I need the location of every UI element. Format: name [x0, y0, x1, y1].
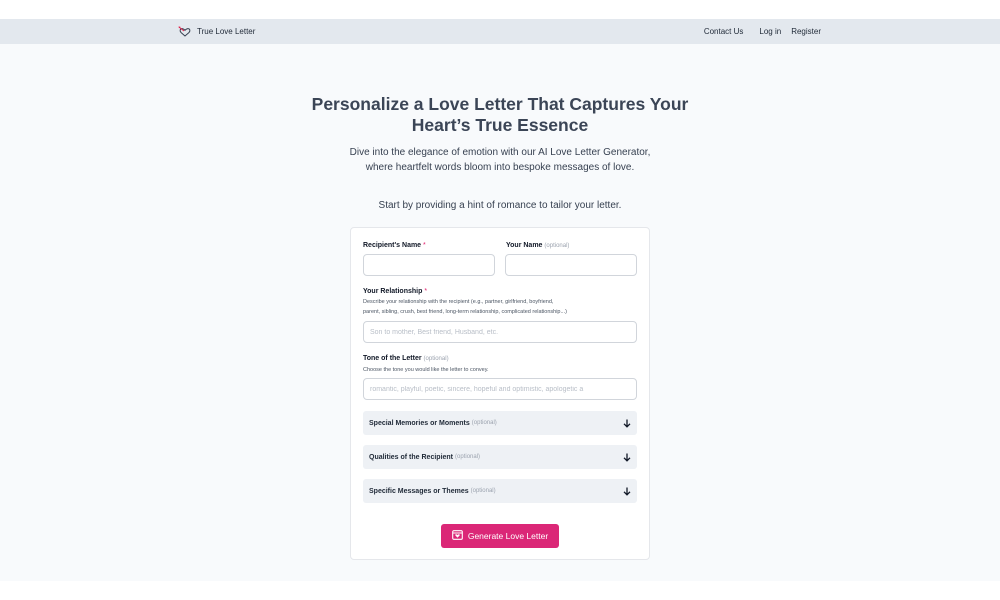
accordion-special-memories[interactable]: Special Memories or Moments (optional) — [363, 411, 637, 435]
accordion-label: Special Memories or Moments — [369, 419, 470, 427]
footer-area — [0, 581, 1000, 600]
accordion-label: Qualities of the Recipient — [369, 453, 454, 461]
page-subtitle-line-2: where heartfelt words bloom into bespoke… — [365, 162, 635, 173]
page-subtitle: Dive into the elegance of emotion with o… — [0, 145, 1000, 175]
optional-mark: (optional) — [544, 243, 570, 249]
tone-description: Choose the tone you would like the lette… — [363, 367, 489, 373]
generate-button-label: Generate Love Letter — [467, 531, 549, 541]
your-name-label: Your Name (optional) — [506, 242, 569, 249]
brand[interactable]: True Love Letter — [178, 19, 255, 44]
accordion-qualities-of-recipient[interactable]: Qualities of the Recipient (optional) — [363, 445, 637, 469]
recipient-name-label-text: Recipient's Name — [363, 242, 422, 249]
top-nav-links: Contact Us Log in Register — [704, 19, 821, 44]
nav-login-link[interactable]: Log in — [759, 27, 781, 36]
nav-register-link[interactable]: Register — [791, 27, 821, 36]
optional-mark: (optional) — [455, 454, 481, 460]
logo-heart-arrow-icon — [178, 26, 192, 38]
relationship-label: Your Relationship * — [363, 288, 427, 295]
optional-mark: (optional) — [471, 420, 497, 426]
page-title-line-2: Heart’s True Essence — [411, 115, 589, 135]
arrow-down-icon — [623, 453, 631, 462]
accordion-specific-messages[interactable]: Specific Messages or Themes (optional) — [363, 479, 637, 503]
accordion-label: Specific Messages or Themes — [369, 487, 469, 495]
arrow-down-icon — [623, 419, 631, 428]
optional-mark: (optional) — [423, 356, 449, 362]
relationship-input[interactable] — [363, 321, 637, 343]
relationship-description: Describe your relationship with the reci… — [363, 298, 567, 317]
arrow-down-icon — [623, 487, 631, 496]
brand-name: True Love Letter — [197, 27, 256, 36]
page-title: Personalize a Love Letter That Captures … — [0, 94, 1000, 136]
page-subtitle-line-1: Dive into the elegance of emotion with o… — [349, 147, 651, 158]
tone-label: Tone of the Letter (optional) — [363, 355, 449, 362]
letter-form-card: Recipient's Name * Your Name (optional) … — [350, 227, 650, 560]
relationship-description-line-2: parent, sibling, crush, best friend, lon… — [363, 308, 567, 315]
tone-input[interactable] — [363, 378, 637, 400]
tone-label-text: Tone of the Letter — [363, 355, 422, 362]
recipient-name-input[interactable] — [363, 254, 495, 276]
letter-icon — [451, 530, 463, 542]
nav-contact-us-link[interactable]: Contact Us — [704, 27, 744, 36]
required-mark: * — [424, 288, 428, 295]
relationship-description-line-1: Describe your relationship with the reci… — [363, 299, 554, 305]
page-title-line-1: Personalize a Love Letter That Captures … — [311, 94, 689, 114]
recipient-name-label: Recipient's Name * — [363, 242, 426, 249]
required-mark: * — [423, 242, 426, 249]
relationship-label-text: Your Relationship — [363, 288, 423, 295]
your-name-input[interactable] — [505, 254, 637, 276]
top-nav-bar: True Love Letter Contact Us Log in Regis… — [0, 19, 1000, 44]
start-hint: Start by providing a hint of romance to … — [378, 200, 622, 211]
generate-love-letter-button[interactable]: Generate Love Letter — [441, 524, 559, 548]
your-name-label-text: Your Name — [506, 242, 543, 249]
optional-mark: (optional) — [470, 488, 496, 494]
